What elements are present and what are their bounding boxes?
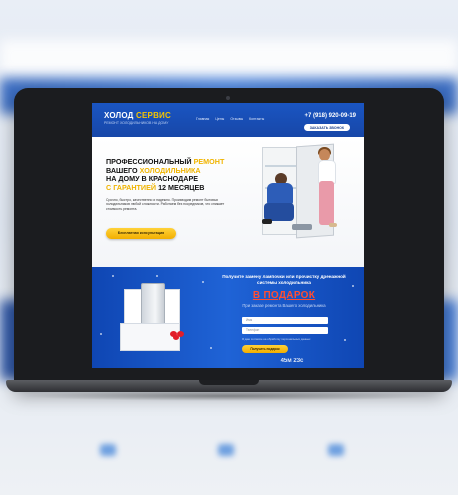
phone-input-placeholder: Телефон <box>246 328 260 332</box>
site-header: ХОЛОД СЕРВИС РЕМОНТ ХОЛОДИЛЬНИКОВ НА ДОМ… <box>92 103 364 137</box>
technician-shoe <box>262 219 272 224</box>
nav-item-reviews[interactable]: Отзывы <box>230 117 243 121</box>
get-gift-button[interactable]: Получить подарок <box>242 345 288 353</box>
call-request-button[interactable]: ЗАКАЗАТЬ ЗВОНОК <box>303 124 350 131</box>
snowflake-icon <box>100 333 102 335</box>
laptop-shadow <box>20 391 438 401</box>
webcam-icon <box>226 96 230 100</box>
snowflake-icon <box>352 285 354 287</box>
name-input-placeholder: Имя <box>246 318 253 322</box>
name-input[interactable]: Имя <box>242 317 328 324</box>
snowflake-icon <box>344 339 346 341</box>
hero-description: Срочно, быстро, качественно и надежно. П… <box>106 198 225 211</box>
logo-primary: ХОЛОД <box>104 111 134 120</box>
customer-legs <box>319 181 334 225</box>
nav-item-prices[interactable]: Цены <box>215 117 224 121</box>
customer-shoe <box>329 223 337 227</box>
laptop-screen: ХОЛОД СЕРВИС РЕМОНТ ХОЛОДИЛЬНИКОВ НА ДОМ… <box>92 103 364 368</box>
background-icon <box>218 444 234 456</box>
laptop-hinge-notch <box>199 380 259 385</box>
free-consultation-button[interactable]: Бесплатная консультация <box>106 228 176 239</box>
snowflake-icon <box>156 275 158 277</box>
hero-title-accent: С ГАРАНТИЕЙ <box>106 182 157 192</box>
promo-subtitle: При заказе ремонта Вашего холодильника <box>242 303 326 308</box>
promo-timer: 45м 23с <box>280 358 304 364</box>
promo-title: Получите замену лампочки или прочистку д… <box>222 274 346 285</box>
gift-bow-icon <box>170 331 184 341</box>
nav-item-contacts[interactable]: Контакты <box>249 117 264 121</box>
hero-title-part: 12 МЕСЯЦЕВ <box>158 182 205 192</box>
snowflake-icon <box>202 281 204 283</box>
hero-title: ПРОФЕССИОНАЛЬНЫЙ РЕМОНТ ВАШЕГО ХОЛОДИЛЬН… <box>106 157 236 192</box>
gift-box-image <box>118 283 184 353</box>
consent-checkbox[interactable]: Я даю согласие на обработку персональных… <box>242 337 310 341</box>
toolbox <box>292 224 312 230</box>
nav-item-home[interactable]: Главная <box>196 117 209 121</box>
phone-input[interactable]: Телефон <box>242 327 328 334</box>
background-icon <box>328 444 344 456</box>
site-logo[interactable]: ХОЛОД СЕРВИС <box>104 111 171 120</box>
main-nav: Главная Цены Отзывы Контакты <box>196 117 264 121</box>
logo-accent: СЕРВИС <box>136 111 171 120</box>
background-icon <box>100 444 116 456</box>
snowflake-icon <box>210 347 212 349</box>
logo-tagline: РЕМОНТ ХОЛОДИЛЬНИКОВ НА ДОМУ <box>104 121 169 125</box>
header-phone[interactable]: +7 (918) 920-09-19 <box>304 113 356 119</box>
technician-body <box>267 183 293 205</box>
background-page-header <box>0 40 458 74</box>
snowflake-icon <box>112 275 114 277</box>
promo-highlight: В ПОДАРОК <box>252 290 316 301</box>
